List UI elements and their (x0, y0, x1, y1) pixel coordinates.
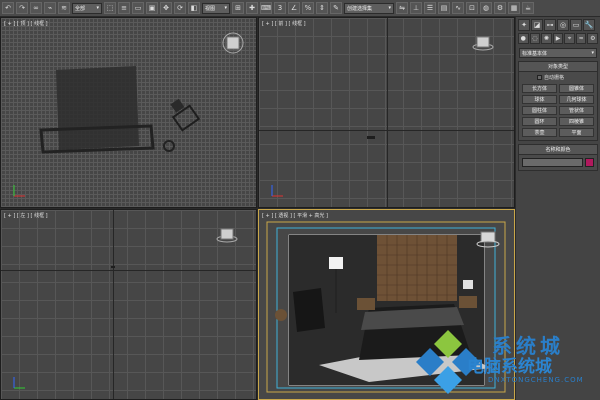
watermark-subtitle: 电脑系统城 (467, 357, 552, 377)
rollout-title[interactable]: 名称和颜色 (519, 145, 597, 155)
mirror-icon[interactable]: ⇋ (396, 2, 408, 14)
checkbox-box (537, 75, 542, 80)
rollout-title[interactable]: 对象类型 (519, 62, 597, 72)
autogrid-checkbox[interactable]: 自动栅格 (519, 72, 597, 81)
selection-set-dropdown[interactable]: 创建选择集 ▾ (344, 2, 394, 14)
name-color-row (519, 155, 597, 170)
keyboard-shortcut-icon[interactable]: ⌨ (260, 2, 272, 14)
snap-toggle-icon[interactable]: 3 (274, 2, 286, 14)
undo-icon[interactable]: ↶ (2, 2, 14, 14)
chevron-down-icon: ▾ (388, 5, 391, 11)
select-by-name-icon[interactable]: ≡ (118, 2, 130, 14)
create-tab-icon[interactable]: ✦ (518, 19, 530, 31)
axis-gizmo-icon (271, 185, 283, 197)
redo-icon[interactable]: ↷ (16, 2, 28, 14)
plane-button[interactable]: 平面 (559, 128, 594, 137)
move-icon[interactable]: ✥ (160, 2, 172, 14)
object-name-input[interactable] (522, 158, 583, 167)
schematic-icon[interactable]: ⊡ (466, 2, 478, 14)
tube-button[interactable]: 管状体 (559, 106, 594, 115)
rotate-icon[interactable]: ⟳ (174, 2, 186, 14)
name-color-rollout: 名称和颜色 (518, 144, 598, 171)
curve-editor-icon[interactable]: ∿ (452, 2, 464, 14)
motion-tab-icon[interactable]: ◎ (557, 19, 569, 31)
viewport-label[interactable]: [ + ] [ 透视 ] [ 平滑 + 高光 ] (262, 212, 328, 219)
autogrid-label: 自动栅格 (544, 75, 565, 81)
viewport-label[interactable]: [ + ] [ 前 ] [ 线框 ] (262, 20, 306, 27)
cone-button[interactable]: 圆锥体 (559, 84, 594, 93)
viewport-left[interactable]: [ + ] [ 左 ] [ 线框 ] (0, 209, 257, 400)
link-icon[interactable]: ∞ (30, 2, 42, 14)
viewport-label[interactable]: [ + ] [ 左 ] [ 线框 ] (4, 212, 48, 219)
display-tab-icon[interactable]: ▭ (570, 19, 582, 31)
viewport-label[interactable]: [ + ] [ 顶 ] [ 线框 ] (4, 20, 48, 27)
max-app-window: ↶ ↷ ∞ ⌁ ≋ 全部 ▾ ⬚ ≡ ▭ ▣ ✥ ⟳ ◧ 视图 ▾ ⊞ ✚ ⌨ 3 … (0, 0, 600, 400)
viewcube-icon[interactable] (216, 224, 238, 246)
viewcube-icon[interactable] (222, 32, 244, 54)
viewport-front[interactable]: [ + ] [ 前 ] [ 线框 ] (258, 17, 515, 208)
helpers-icon[interactable]: ⌖ (564, 33, 575, 44)
viewcube-icon[interactable] (472, 32, 494, 54)
spacewarps-icon[interactable]: ≈ (575, 33, 587, 44)
top-view-geometry (39, 66, 201, 154)
layer-icon[interactable]: ☰ (424, 2, 436, 14)
geosphere-button[interactable]: 几何球体 (559, 95, 594, 104)
torus-button[interactable]: 圆环 (522, 117, 557, 126)
pyramid-button[interactable]: 四棱锥 (559, 117, 594, 126)
percent-snap-icon[interactable]: % (302, 2, 314, 14)
watermark-url: DNXTONGCHENG.COM (488, 376, 584, 384)
bind-icon[interactable]: ≋ (58, 2, 70, 14)
cylinder-button[interactable]: 圆柱体 (522, 106, 557, 115)
select-object-icon[interactable]: ⬚ (104, 2, 116, 14)
command-panel-tabs: ✦ ◪ ⊶ ◎ ▭ 🔧 (516, 17, 600, 33)
unlink-icon[interactable]: ⌁ (44, 2, 56, 14)
main-toolbar: ↶ ↷ ∞ ⌁ ≋ 全部 ▾ ⬚ ≡ ▭ ▣ ✥ ⟳ ◧ 视图 ▾ ⊞ ✚ ⌨ 3 … (0, 0, 600, 17)
align-icon[interactable]: ⊥ (410, 2, 422, 14)
ref-coord-dropdown[interactable]: 视图 ▾ (202, 2, 230, 14)
systems-icon[interactable]: ⚙ (587, 33, 599, 44)
geometry-icon[interactable]: ● (518, 33, 529, 44)
graphite-icon[interactable]: ▤ (438, 2, 450, 14)
material-editor-icon[interactable]: ◍ (480, 2, 492, 14)
sphere-button[interactable]: 球体 (522, 95, 557, 104)
scale-icon[interactable]: ◧ (188, 2, 200, 14)
pivot-icon[interactable]: ⊞ (232, 2, 244, 14)
object-type-rollout: 对象类型 自动栅格 长方体 圆锥体 球体 几何球体 圆柱体 管状体 圆环 四棱锥… (518, 61, 598, 141)
spinner-snap-icon[interactable]: ⇕ (316, 2, 328, 14)
primitive-type-dropdown[interactable]: 标准基本体 ▾ (519, 48, 597, 58)
selection-set-value: 创建选择集 (347, 5, 373, 12)
cameras-icon[interactable]: ▶ (552, 33, 564, 44)
rect-select-icon[interactable]: ▭ (132, 2, 144, 14)
edit-named-sel-icon[interactable]: ✎ (330, 2, 342, 14)
window-crossing-icon[interactable]: ▣ (146, 2, 158, 14)
select-manipulate-icon[interactable]: ✚ (246, 2, 258, 14)
box-button[interactable]: 长方体 (522, 84, 557, 93)
primitive-type-value: 标准基本体 (522, 50, 548, 57)
lights-icon[interactable]: ✺ (541, 33, 552, 44)
render-frame-icon[interactable]: ▦ (508, 2, 520, 14)
teapot-button[interactable]: 茶壶 (522, 128, 557, 137)
hierarchy-tab-icon[interactable]: ⊶ (544, 19, 556, 31)
render-setup-icon[interactable]: ⚙ (494, 2, 506, 14)
chevron-down-icon: ▾ (224, 5, 227, 11)
axis-gizmo-icon (13, 377, 25, 389)
viewport-top[interactable]: [ + ] [ 顶 ] [ 线框 ] (0, 17, 257, 208)
axis-gizmo-icon (13, 185, 25, 197)
selection-filter-value: 全部 (75, 5, 86, 12)
shapes-icon[interactable]: ◌ (529, 33, 541, 44)
selection-filter-dropdown[interactable]: 全部 ▾ (72, 2, 102, 14)
chevron-down-icon: ▾ (591, 50, 594, 56)
object-color-swatch[interactable] (585, 158, 594, 167)
angle-snap-icon[interactable]: ∠ (288, 2, 300, 14)
utilities-tab-icon[interactable]: 🔧 (583, 19, 595, 31)
ref-coord-value: 视图 (205, 5, 216, 12)
render-icon[interactable]: ☕ (522, 2, 534, 14)
chevron-down-icon: ▾ (96, 5, 99, 11)
modify-tab-icon[interactable]: ◪ (531, 19, 543, 31)
create-category-row: ● ◌ ✺ ▶ ⌖ ≈ ⚙ (516, 33, 600, 46)
object-type-buttons: 长方体 圆锥体 球体 几何球体 圆柱体 管状体 圆环 四棱锥 茶壶 平面 (519, 81, 597, 140)
